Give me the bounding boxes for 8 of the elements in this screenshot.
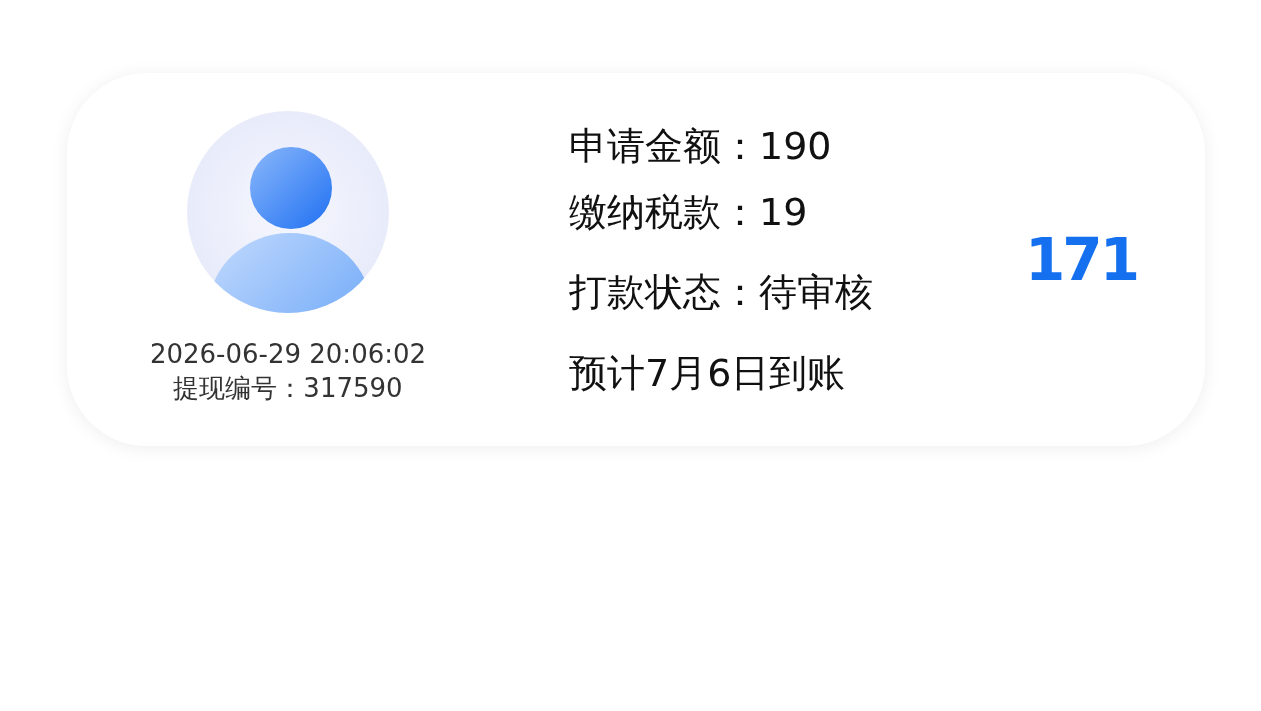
detail-text: 打款状态：待审核: [569, 269, 873, 316]
withdrawal-number-text: 提现编号：317590: [173, 372, 403, 405]
user-avatar-icon: [187, 111, 389, 313]
net-amount-text: 171: [1024, 224, 1137, 295]
arrival-note-text: 预计7月6日到账: [569, 350, 846, 397]
detail-text: 缴纳税款：19: [569, 189, 808, 236]
datetime-text: 2026-06-29 20:06:02: [149, 338, 427, 371]
detail-text: 申请金额：190: [569, 123, 832, 170]
